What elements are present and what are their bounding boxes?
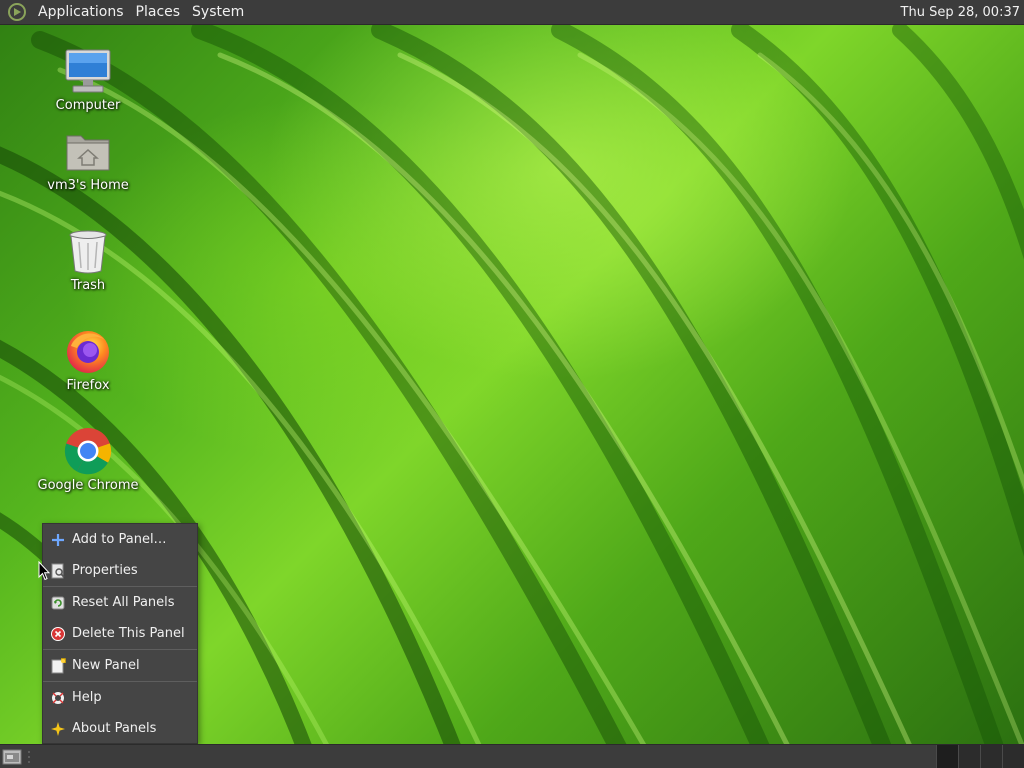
add-icon [49, 531, 67, 549]
trash-icon [69, 230, 107, 274]
panel-context-menu: Add to Panel… Properties Reset All Panel… [42, 523, 198, 744]
menu-item-label: New Panel [72, 658, 140, 673]
show-desktop-icon[interactable] [2, 748, 22, 766]
chrome-icon [64, 428, 112, 475]
menu-item-reset-all-panels[interactable]: Reset All Panels [43, 587, 197, 618]
panel-drag-handle-icon[interactable] [26, 749, 32, 765]
desktop-icon-label: Computer [55, 98, 121, 113]
desktop-icon-firefox[interactable]: Firefox [33, 326, 143, 393]
mate-logo-icon[interactable] [6, 1, 28, 23]
firefox-icon [67, 331, 109, 373]
new-panel-icon [49, 657, 67, 675]
clock[interactable]: Thu Sep 28, 00:37 [901, 0, 1020, 25]
menu-item-label: Help [72, 690, 102, 705]
properties-icon [49, 562, 67, 580]
home-folder-icon [66, 135, 110, 171]
desktop-icon-label: Firefox [66, 378, 110, 393]
menu-item-help[interactable]: Help [43, 682, 197, 713]
desktop-icon-label: vm3's Home [47, 178, 129, 193]
workspace-switcher[interactable] [936, 745, 1024, 768]
menu-item-label: Reset All Panels [72, 595, 175, 610]
desktop-icon-computer[interactable]: Computer [33, 46, 143, 113]
about-icon [49, 720, 67, 738]
menu-item-label: Properties [72, 563, 138, 578]
computer-icon [65, 49, 111, 93]
places-menu[interactable]: Places [130, 0, 187, 25]
desktop-icon-label: Google Chrome [37, 478, 139, 493]
workspace-2[interactable] [958, 745, 980, 768]
menu-item-new-panel[interactable]: New Panel [43, 650, 197, 681]
desktop-icon-label: Trash [70, 278, 106, 293]
reset-icon [49, 594, 67, 612]
desktop-icon-chrome[interactable]: Google Chrome [33, 426, 143, 493]
system-menu[interactable]: System [186, 0, 250, 25]
menu-item-label: Delete This Panel [72, 626, 185, 641]
applications-menu[interactable]: Applications [32, 0, 130, 25]
desktop-icon-trash[interactable]: Trash [33, 226, 143, 293]
delete-icon [49, 625, 67, 643]
menu-item-label: Add to Panel… [72, 532, 167, 547]
menu-item-delete-this-panel[interactable]: Delete This Panel [43, 618, 197, 649]
top-panel: Applications Places System Thu Sep 28, 0… [0, 0, 1024, 25]
workspace-4[interactable] [1002, 745, 1024, 768]
menu-item-properties[interactable]: Properties [43, 555, 197, 586]
menu-item-add-to-panel[interactable]: Add to Panel… [43, 524, 197, 555]
menu-item-label: About Panels [72, 721, 157, 736]
bottom-panel[interactable] [0, 744, 1024, 768]
desktop-icon-home[interactable]: vm3's Home [33, 126, 143, 193]
menu-item-about-panels[interactable]: About Panels [43, 713, 197, 744]
workspace-1[interactable] [936, 745, 958, 768]
mouse-cursor-icon [38, 561, 50, 581]
workspace-3[interactable] [980, 745, 1002, 768]
help-icon [49, 689, 67, 707]
